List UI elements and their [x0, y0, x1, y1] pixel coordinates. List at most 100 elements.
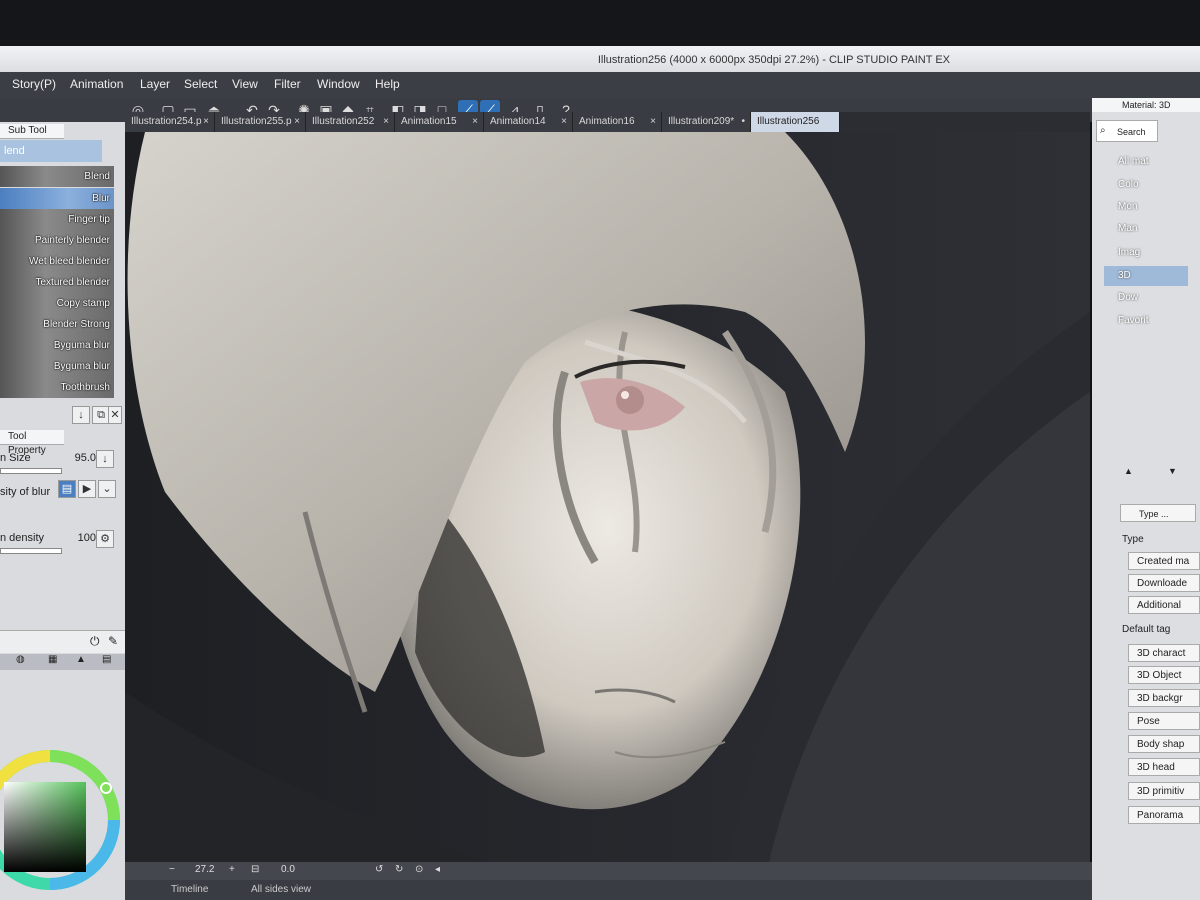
angle-value[interactable]: 0.0 [281, 864, 295, 875]
pressure-icon[interactable]: ↓ [96, 450, 114, 468]
tool-property-footer: ⏻ ✎ [0, 630, 125, 653]
tag-3d-character[interactable]: 3D charact [1128, 644, 1200, 662]
tab-animation14[interactable]: Animation14 × [484, 112, 573, 132]
menu-select[interactable]: Select [184, 77, 217, 91]
trash-icon[interactable]: ✕ [108, 406, 122, 424]
tag-3d-object[interactable]: 3D Object [1128, 666, 1200, 684]
close-icon[interactable]: × [561, 112, 567, 132]
brush-byguma-blur[interactable]: Byguma blur [0, 335, 114, 356]
download-icon[interactable]: ↓ [72, 406, 90, 424]
brush-byguma-blur-2[interactable]: Byguma blur [0, 356, 114, 377]
tab-label: Illustration209* [668, 116, 735, 127]
material-favorite[interactable]: Favorit [1104, 311, 1188, 331]
menu-story[interactable]: Story(P) [12, 77, 56, 91]
tab-animation15[interactable]: Animation15 × [395, 112, 484, 132]
tag-body-shape[interactable]: Body shap [1128, 735, 1200, 753]
unsaved-dot-icon[interactable]: • [741, 112, 745, 132]
menu-help[interactable]: Help [375, 77, 400, 91]
tab-illustration254[interactable]: Illustration254.p × [125, 112, 215, 132]
fit-icon[interactable]: ⊟ [251, 864, 259, 875]
tab-animation16[interactable]: Animation16 × [573, 112, 662, 132]
menu-view[interactable]: View [232, 77, 258, 91]
material-image[interactable]: Imag [1104, 243, 1188, 263]
tag-panorama[interactable]: Panorama [1128, 806, 1200, 824]
material-download[interactable]: Dow [1104, 288, 1188, 308]
close-icon[interactable]: × [294, 112, 300, 132]
brush-size-slider[interactable] [0, 468, 62, 474]
tab-illustration256[interactable]: Illustration256 [751, 112, 840, 132]
brush-blender-strong[interactable]: Blender Strong [0, 314, 114, 335]
color-history-tab-icon[interactable]: ▲ [76, 654, 86, 665]
tab-illustration255[interactable]: Illustration255.p × [215, 112, 306, 132]
tab-all-sides-view[interactable]: All sides view [251, 884, 311, 895]
close-icon[interactable]: × [383, 112, 389, 132]
tag-pose[interactable]: Pose [1128, 712, 1200, 730]
material-header[interactable]: Material: 3D [1092, 98, 1200, 112]
menu-filter[interactable]: Filter [274, 77, 301, 91]
reset-icon[interactable]: ⏻ [90, 634, 100, 649]
menu-window[interactable]: Window [317, 77, 360, 91]
tag-created-material[interactable]: Created ma [1128, 552, 1200, 570]
density-slider[interactable] [0, 548, 62, 554]
material-all[interactable]: All mat [1104, 152, 1188, 172]
material-color[interactable]: Colo [1104, 175, 1188, 195]
close-icon[interactable]: × [203, 112, 209, 132]
zoom-in-icon[interactable]: + [229, 864, 235, 875]
tag-3d-primitive[interactable]: 3D primitiv [1128, 782, 1200, 800]
tab-illustration252[interactable]: Illustration252 × [306, 112, 395, 132]
tag-downloaded[interactable]: Downloade [1128, 574, 1200, 592]
canvas-area[interactable] [125, 132, 1090, 880]
color-slider-tab-icon[interactable]: ▤ [102, 654, 111, 665]
zoom-value[interactable]: 27.2 [195, 864, 214, 875]
type-label: Type [1122, 534, 1144, 545]
brush-blend[interactable]: Blend [0, 166, 114, 187]
close-icon[interactable]: × [472, 112, 478, 132]
window-title: Illustration256 (4000 x 6000px 350dpi 27… [597, 54, 950, 66]
settings-icon[interactable]: ⚙ [96, 530, 114, 548]
close-icon[interactable]: × [650, 112, 656, 132]
blur-mode-icon[interactable]: ▤ [58, 480, 76, 498]
rotate-right-icon[interactable]: ↻ [395, 864, 403, 875]
type-search-input[interactable]: Type ... [1120, 504, 1196, 522]
reset-rotation-icon[interactable]: ⊙ [415, 864, 423, 875]
tag-3d-background[interactable]: 3D backgr [1128, 689, 1200, 707]
flip-icon[interactable]: ◂ [435, 864, 440, 875]
brush-painterly-blender[interactable]: Painterly blender [0, 230, 114, 251]
brush-blur[interactable]: Blur [0, 188, 114, 209]
brush-wet-bleed-blender[interactable]: Wet bleed blender [0, 251, 114, 272]
blur-mode-alt-icon[interactable]: ▶ [78, 480, 96, 498]
illustration-canvas[interactable] [125, 132, 1090, 880]
material-3d[interactable]: 3D [1104, 266, 1188, 286]
density-value[interactable]: 100 [78, 532, 96, 544]
tab-label: Illustration255.p [221, 116, 292, 127]
brush-toothbrush[interactable]: Toothbrush [0, 377, 114, 398]
brush-textured-blender[interactable]: Textured blender [0, 272, 114, 293]
scroll-arrows[interactable]: ▲ ▼ [1118, 466, 1198, 478]
color-set-tab-icon[interactable]: ▦ [48, 654, 57, 665]
menu-animation[interactable]: Animation [70, 77, 123, 91]
subtool-header[interactable]: Sub Tool [0, 124, 64, 139]
material-manga[interactable]: Man [1104, 219, 1188, 239]
tab-timeline[interactable]: Timeline [171, 884, 208, 895]
material-header-label: Material: 3D [1122, 100, 1171, 110]
title-bar: Illustration256 (4000 x 6000px 350dpi 27… [0, 46, 1200, 72]
color-wheel[interactable] [0, 670, 125, 900]
brush-copy-stamp[interactable]: Copy stamp [0, 293, 114, 314]
zoom-out-icon[interactable]: − [169, 864, 175, 875]
status-bar: − 27.2 + ⊟ 0.0 ↺ ↻ ⊙ ◂ [125, 862, 1140, 880]
subtool-group[interactable]: lend [0, 140, 102, 162]
brush-finger-tip[interactable]: Finger tip [0, 209, 114, 230]
color-wheel-tab-icon[interactable]: ◍ [16, 654, 25, 665]
wrench-icon[interactable]: ✎ [108, 634, 118, 648]
tag-additional[interactable]: Additional [1128, 596, 1200, 614]
rotate-left-icon[interactable]: ↺ [375, 864, 383, 875]
chevron-down-icon[interactable]: ⌄ [98, 480, 116, 498]
tag-3d-head[interactable]: 3D head [1128, 758, 1200, 776]
tool-property-header[interactable]: Tool Property [0, 430, 64, 456]
brush-size-value[interactable]: 95.0 [75, 452, 96, 464]
scroll-up-icon[interactable]: ▲ [1124, 466, 1133, 476]
material-monochrome[interactable]: Mon [1104, 197, 1188, 217]
menu-layer[interactable]: Layer [140, 77, 170, 91]
tab-illustration209[interactable]: Illustration209* • [662, 112, 751, 132]
scroll-down-icon[interactable]: ▼ [1168, 466, 1177, 476]
